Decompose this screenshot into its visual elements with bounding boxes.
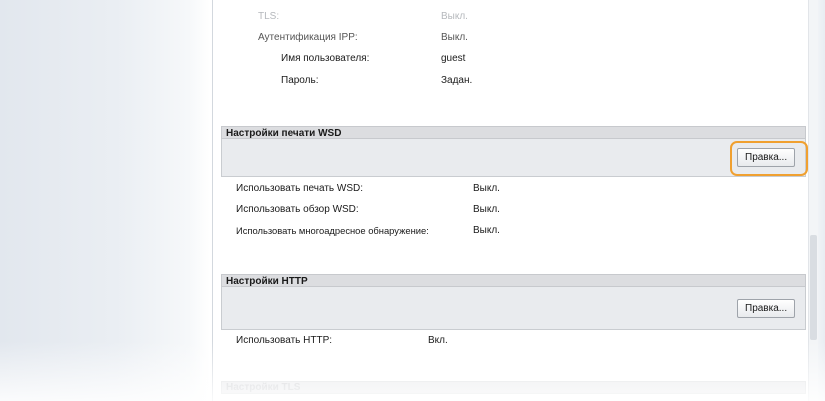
use-http-label: Использовать HTTP: bbox=[236, 335, 333, 346]
http-section-header: Настройки HTTP bbox=[221, 274, 806, 287]
password-label: Пароль: bbox=[281, 75, 319, 86]
ipp-auth-value: Выкл. bbox=[441, 32, 468, 43]
scrollbar[interactable] bbox=[808, 0, 818, 401]
wsd-toolbar: Правка... bbox=[221, 139, 806, 177]
tls-label: TLS: bbox=[258, 11, 280, 22]
password-value: Задан. bbox=[441, 75, 473, 86]
scrollbar-thumb[interactable] bbox=[810, 235, 817, 340]
wsd-section-header: Настройки печати WSD bbox=[221, 126, 806, 139]
wsd-print-value: Выкл. bbox=[473, 183, 500, 194]
settings-panel: TLS: Выкл. Аутентификация IPP: Выкл. Имя… bbox=[212, 0, 818, 401]
tls-value: Выкл. bbox=[441, 11, 468, 22]
http-edit-button[interactable]: Правка... bbox=[737, 299, 796, 318]
ipp-auth-label: Аутентификация IPP: bbox=[258, 32, 358, 43]
use-http-value: Вкл. bbox=[428, 335, 448, 346]
wsd-browse-label: Использовать обзор WSD: bbox=[236, 204, 359, 215]
username-value: guest bbox=[441, 53, 466, 64]
http-toolbar: Правка... bbox=[221, 287, 806, 330]
edit-button-highlight bbox=[730, 141, 808, 176]
wsd-print-label: Использовать печать WSD: bbox=[236, 183, 364, 194]
wsd-browse-value: Выкл. bbox=[473, 204, 500, 215]
tls-section-header: Настройки TLS bbox=[221, 381, 806, 394]
wsd-multicast-value: Выкл. bbox=[473, 225, 500, 236]
username-label: Имя пользователя: bbox=[281, 53, 370, 64]
wsd-multicast-label: Использовать многоадресное обнаружение: bbox=[236, 225, 429, 236]
left-background bbox=[0, 0, 210, 401]
